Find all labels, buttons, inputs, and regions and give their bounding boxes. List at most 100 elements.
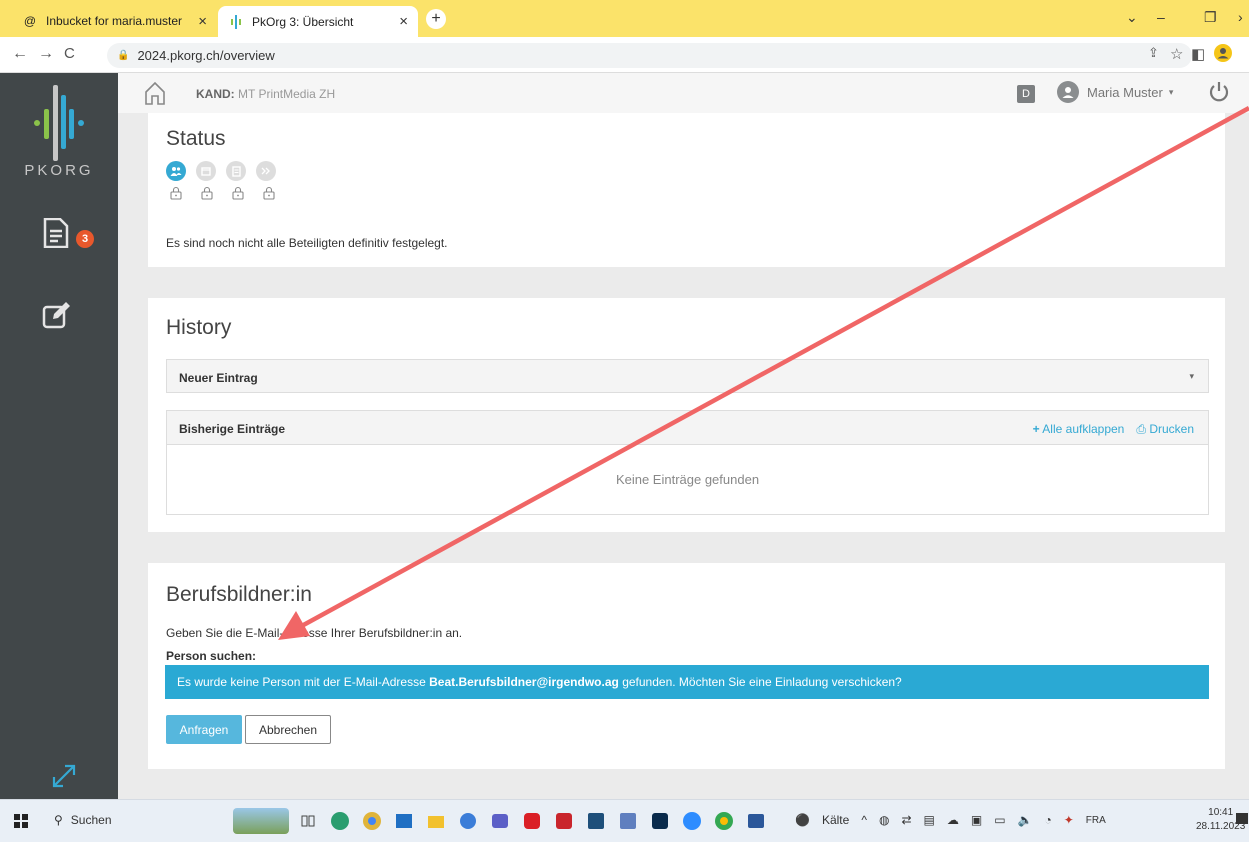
plus-icon: + [1032,422,1040,436]
wifi-icon[interactable]: ◔ [1044,813,1051,827]
windows-taskbar: ⚲ Suchen ⚫ Kälte ^ ◍ ⇄ ▤ ☁ ▣ ▭ 🔈 ◔ ✦ FRA [0,799,1249,842]
lock-icon [201,186,213,200]
printer-icon: ⎙ [1136,422,1146,436]
chrome-icon[interactable] [359,808,385,834]
edit-icon[interactable] [42,301,72,329]
status-steps [166,161,276,181]
calendar-icon[interactable] [196,161,216,181]
profile-icon[interactable] [1214,44,1232,62]
language-label[interactable]: FRA [1086,815,1106,826]
tray-app-icon[interactable]: ◍ [879,813,889,827]
main-content: KAND: MT PrintMedia ZH D Maria Muster ▾ … [118,73,1249,799]
d-badge[interactable]: D [1017,85,1035,103]
task-view-icon[interactable] [295,808,321,834]
alert-text-pre: Es wurde keine Person mit der E-Mail-Adr… [177,675,426,689]
alert-text-post: gefunden. Möchten Sie eine Einladung ver… [622,675,902,689]
home-icon[interactable] [144,81,166,105]
history-title: History [166,316,232,339]
person-search-label: Person suchen: [166,649,257,663]
documents-icon[interactable] [42,218,70,248]
trainer-instruction: Geben Sie die E-Mail-Adresse Ihrer Beruf… [166,626,463,640]
acrobat-icon[interactable] [551,808,577,834]
forward-steps-icon[interactable] [256,161,276,181]
lightroom-icon[interactable] [647,808,673,834]
new-entry-accordion[interactable]: Neuer Eintrag ▾ [166,359,1209,393]
cancel-button[interactable]: Abbrechen [245,715,331,744]
tray-app-icon[interactable]: ▣ [971,813,982,827]
chevron-up-icon[interactable]: ^ [861,813,867,827]
battery-icon[interactable]: ▭ [994,813,1005,827]
chevron-down-icon[interactable]: ⌄ [1126,9,1138,26]
people-icon[interactable] [166,161,186,181]
star-icon[interactable]: ☆ [1170,45,1183,63]
chat-icon[interactable] [455,808,481,834]
explorer-icon[interactable] [423,808,449,834]
status-title: Status [166,127,226,150]
url-field[interactable]: 🔒 2024.pkorg.ch/overview [107,43,1192,68]
share-icon[interactable]: ⇪ [1148,45,1159,61]
user-name: Maria Muster [1087,84,1163,100]
status-panel: Status Es sind noch nicht alle Beteiligt… [148,113,1225,267]
restore-icon[interactable]: ❐ [1204,9,1217,26]
history-panel: History Neuer Eintrag ▾ Bisherige Einträ… [148,298,1225,532]
tray-app-icon[interactable]: ✦ [1064,813,1074,827]
cloud-icon[interactable]: ☁ [947,813,959,827]
pkorg-icon [228,14,244,30]
not-found-alert: Es wurde keine Person mit der E-Mail-Adr… [165,665,1209,699]
sidepanel-icon[interactable]: ◧ [1191,45,1205,63]
search-icon: ⚲ [54,813,63,827]
weather-label[interactable]: Kälte [822,813,849,827]
alert-email: Beat.Berufsbildner@irgendwo.ag [429,675,619,689]
edge-icon[interactable] [327,808,353,834]
creative-cloud-icon[interactable] [519,808,545,834]
history-actions: + Alle aufklappen ⎙ Drucken [1033,422,1194,437]
expand-all-link[interactable]: + Alle aufklappen [1033,422,1125,437]
address-bar-row: ← → C 🔒 2024.pkorg.ch/overview ⇪ ☆ ◧ [0,37,1249,73]
trainer-panel: Berufsbildner:in Geben Sie die E-Mail-Ad… [148,563,1225,769]
close-window-icon[interactable]: › [1238,9,1243,25]
teams-icon[interactable] [487,808,513,834]
document-icon[interactable] [226,161,246,181]
chrome-alt-icon[interactable] [711,808,737,834]
tab-label: Inbucket for maria.muster [46,14,183,28]
calculator-icon[interactable] [615,808,641,834]
expand-icon[interactable] [51,763,77,789]
word-icon[interactable] [743,808,769,834]
step-locks [169,186,276,200]
status-message: Es sind noch nicht alle Beteiligten defi… [166,236,448,250]
kand-value: MT PrintMedia ZH [238,87,336,101]
minimize-icon[interactable]: – [1157,9,1165,25]
landscape-widget-icon[interactable] [233,808,289,834]
taskbar-apps [233,808,769,834]
gallery-icon[interactable] [583,808,609,834]
power-icon[interactable] [1208,81,1230,103]
tab-inbucket[interactable]: @ Inbucket for maria.muster × [12,7,217,35]
close-icon[interactable]: × [198,13,207,30]
user-menu[interactable]: Maria Muster ▾ [1057,81,1173,103]
network-arrows-icon[interactable]: ⇄ [901,813,911,827]
history-empty-state: Keine Einträge gefunden [166,445,1209,515]
forward-icon[interactable]: → [38,45,54,63]
lock-icon [263,186,275,200]
print-link[interactable]: ⎙ Drucken [1136,422,1194,437]
user-avatar-icon [1057,81,1079,103]
previous-entries-label: Bisherige Einträge [179,422,286,436]
tab-pkorg[interactable]: PkOrg 3: Übersicht × [218,6,418,37]
tray-app-icon[interactable]: ▤ [924,813,935,827]
close-icon[interactable]: × [399,13,408,30]
notifications-icon[interactable] [1236,813,1248,827]
taskbar-search[interactable]: ⚲ Suchen [54,813,112,827]
lock-icon [232,186,244,200]
caret-down-icon: ▾ [1168,86,1174,97]
outlook-icon[interactable] [391,808,417,834]
windows-start-icon[interactable] [14,814,28,828]
zoom-icon[interactable] [679,808,705,834]
new-tab-button[interactable]: + [426,9,446,29]
kand-label: KAND: [196,87,235,101]
back-icon[interactable]: ← [12,45,28,63]
lock-icon [170,186,182,200]
request-button[interactable]: Anfragen [166,715,242,744]
speaker-icon[interactable]: 🔈 [1018,813,1033,827]
reload-icon[interactable]: C [64,45,75,62]
logo-text: PKORG [24,162,94,179]
